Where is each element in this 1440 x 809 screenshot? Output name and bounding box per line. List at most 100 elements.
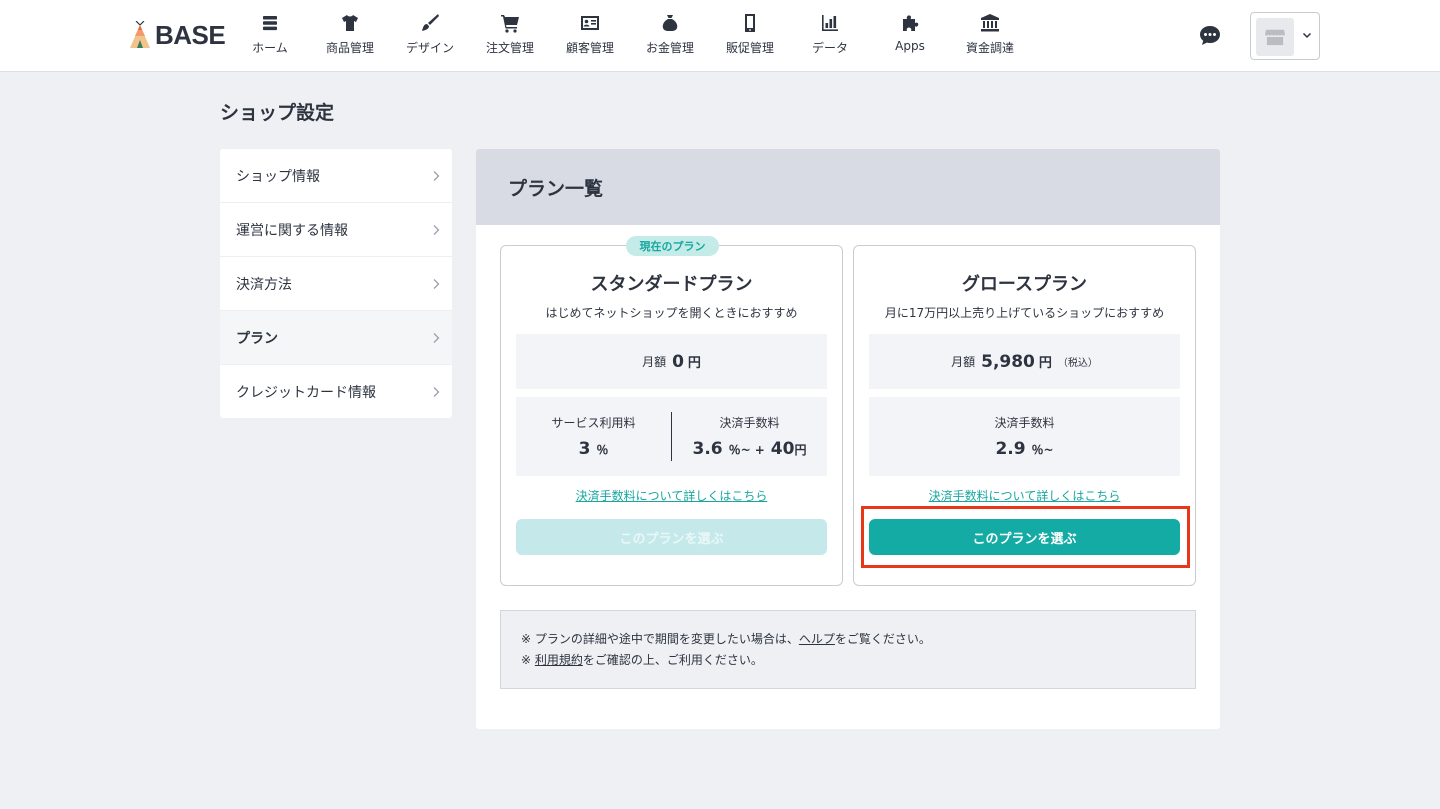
price-prefix: 月額: [951, 355, 976, 369]
sidebar-item-label: 決済方法: [236, 276, 292, 293]
chevron-right-icon: [433, 333, 440, 343]
note-line: ※ 利用規約をご確認の上、ご利用ください。: [521, 650, 1175, 671]
customer-card-icon: [579, 12, 601, 34]
fee-box: 決済手数料 2.9 ％~: [869, 397, 1180, 476]
bank-icon: [979, 12, 1001, 34]
top-navigation-bar: BASE ホーム 商品管理 デザイン 注文管理 顧客管理 お金管理 販促管理 デ…: [0, 0, 1440, 72]
fee-unit: ％: [596, 443, 609, 457]
nav-item-money[interactable]: お金管理: [630, 0, 710, 72]
fee-unit: ％~: [1031, 443, 1054, 457]
plan-name: グロースプラン: [961, 274, 1088, 295]
fee-unit: ％~ +: [728, 443, 765, 457]
money-bag-icon: [659, 12, 681, 34]
tshirt-icon: [339, 12, 361, 34]
sidebar-item-label: クレジットカード情報: [236, 385, 376, 401]
store-icon: [1265, 29, 1285, 46]
shop-avatar: [1256, 18, 1294, 56]
plan-name: スタンダードプラン: [590, 274, 753, 295]
chevron-right-icon: [433, 387, 440, 397]
fee-value: 3.6 ％~ + 40円: [693, 439, 807, 459]
nav-item-orders[interactable]: 注文管理: [470, 0, 550, 72]
nav-label: 販促管理: [725, 41, 774, 55]
puzzle-icon: [899, 12, 921, 34]
sidebar-item-operation-info[interactable]: 運営に関する情報: [220, 203, 452, 257]
current-plan-badge: 現在のプラン: [626, 236, 719, 256]
price-unit: 円: [1038, 356, 1052, 371]
note-text: ※ プランの詳細や途中で期間を変更したい場合は、: [521, 632, 799, 646]
settings-side-menu: ショップ情報 運営に関する情報 決済方法 プラン クレジットカード情報: [220, 149, 452, 418]
page-title: ショップ設定: [220, 102, 335, 124]
select-growth-plan-button[interactable]: このプランを選ぶ: [869, 519, 1180, 555]
fee-value: 2.9 ％~: [995, 439, 1053, 459]
chat-bubble-icon: [1200, 26, 1220, 45]
price-unit: 円: [687, 356, 701, 371]
nav-label: ホーム: [252, 41, 288, 55]
payment-fee: 決済手数料 3.6 ％~ + 40円: [671, 412, 827, 461]
monthly-price: 月額 5,980 円 （税込）: [869, 334, 1180, 389]
fee-value: 3 ％: [579, 439, 609, 459]
price-amount: 5,980: [981, 351, 1035, 372]
nav-item-funding[interactable]: 資金調達: [950, 0, 1030, 72]
sidebar-item-payment-methods[interactable]: 決済方法: [220, 257, 452, 311]
nav-item-home[interactable]: ホーム: [230, 0, 310, 72]
smartphone-icon: [739, 12, 761, 34]
fee-label: サービス利用料: [551, 416, 636, 430]
fee-details-link[interactable]: 決済手数料について詳しくはこちら: [501, 487, 842, 504]
nav-label: 資金調達: [965, 41, 1014, 55]
nav-item-customers[interactable]: 顧客管理: [550, 0, 630, 72]
nav-item-products[interactable]: 商品管理: [310, 0, 390, 72]
plan-notes: ※ プランの詳細や途中で期間を変更したい場合は、ヘルプをご覧ください。 ※ 利用…: [500, 610, 1196, 689]
nav-label: 商品管理: [325, 41, 374, 55]
nav-item-apps[interactable]: Apps: [870, 0, 950, 72]
panel-title: プラン一覧: [476, 149, 1220, 225]
fee-number: 3: [578, 439, 591, 459]
help-link[interactable]: ヘルプ: [799, 632, 835, 646]
growth-plan-card: グロースプラン 月に17万円以上売り上げているショップにおすすめ 月額 5,98…: [853, 245, 1196, 586]
sidebar-item-credit-card[interactable]: クレジットカード情報: [220, 365, 452, 418]
note-text: ※: [521, 653, 535, 667]
fee-unit-fixed: 円: [794, 443, 807, 457]
chevron-down-icon: [1302, 32, 1312, 39]
nav-label: Apps: [895, 39, 925, 53]
sidebar-item-label: 運営に関する情報: [236, 222, 348, 239]
account-menu-button[interactable]: [1250, 12, 1320, 60]
price-tax-note: （税込）: [1057, 358, 1098, 369]
chat-button[interactable]: [1198, 24, 1222, 48]
sidebar-item-shop-info[interactable]: ショップ情報: [220, 149, 452, 203]
nav-label: 顧客管理: [565, 41, 614, 55]
cart-icon: [499, 12, 521, 34]
plan-description: はじめてネットショップを開くときにおすすめ: [545, 306, 798, 320]
plan-description: 月に17万円以上売り上げているショップにおすすめ: [884, 306, 1165, 320]
nav-item-data[interactable]: データ: [790, 0, 870, 72]
bar-chart-icon: [819, 12, 841, 34]
terms-link[interactable]: 利用規約: [535, 653, 583, 667]
brand-name: BASE: [155, 19, 226, 50]
fee-number: 2.9: [995, 439, 1026, 459]
nav-item-promotion[interactable]: 販促管理: [710, 0, 790, 72]
fee-number: 3.6: [692, 439, 723, 459]
fee-label: 決済手数料: [719, 416, 780, 430]
nav-item-design[interactable]: デザイン: [390, 0, 470, 72]
payment-fee: 決済手数料 2.9 ％~: [869, 397, 1180, 476]
teepee-logo-icon: [130, 21, 150, 48]
price-amount: 0: [672, 351, 684, 372]
main-nav: ホーム 商品管理 デザイン 注文管理 顧客管理 お金管理 販促管理 データ Ap…: [230, 0, 1030, 72]
nav-label: データ: [811, 41, 848, 55]
nav-label: デザイン: [405, 41, 454, 55]
fee-label: 決済手数料: [994, 416, 1055, 430]
chevron-right-icon: [433, 171, 440, 181]
sidebar-item-plan[interactable]: プラン: [220, 311, 452, 365]
service-fee: サービス利用料 3 ％: [516, 412, 671, 461]
brush-icon: [419, 12, 441, 34]
note-line: ※ プランの詳細や途中で期間を変更したい場合は、ヘルプをご覧ください。: [521, 629, 1175, 650]
plan-list-panel: プラン一覧 現在のプラン スタンダードプラン はじめてネットショップを開くときに…: [476, 149, 1220, 729]
fee-box: サービス利用料 3 ％ 決済手数料 3.6 ％~ + 40円: [516, 397, 827, 476]
monthly-price: 月額 0 円: [516, 334, 827, 389]
select-standard-plan-button[interactable]: このプランを選ぶ: [516, 519, 827, 555]
sidebar-item-label: ショップ情報: [236, 168, 320, 185]
standard-plan-card: 現在のプラン スタンダードプラン はじめてネットショップを開くときにおすすめ 月…: [500, 236, 843, 586]
base-logo[interactable]: BASE: [128, 19, 226, 50]
home-icon: [259, 12, 281, 34]
nav-label: 注文管理: [485, 41, 534, 55]
fee-details-link[interactable]: 決済手数料について詳しくはこちら: [854, 487, 1195, 504]
